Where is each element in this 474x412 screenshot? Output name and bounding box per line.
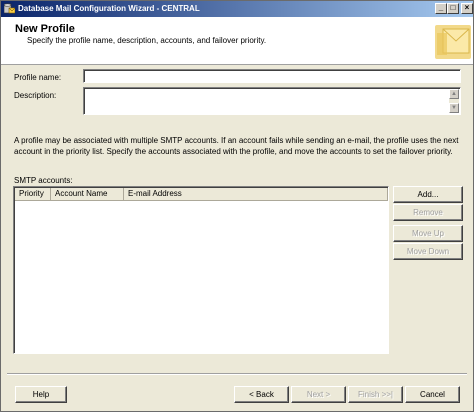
- help-button[interactable]: Help: [15, 386, 67, 403]
- database-mail-icon: [4, 3, 15, 14]
- column-header-priority[interactable]: Priority: [15, 188, 51, 201]
- move-up-button[interactable]: Move Up: [393, 225, 463, 242]
- footer-separator: [7, 373, 467, 375]
- column-header-email-address[interactable]: E-mail Address: [124, 188, 388, 201]
- column-header-account-name[interactable]: Account Name: [51, 188, 124, 201]
- profile-name-input[interactable]: [83, 69, 461, 83]
- maximize-button[interactable]: □: [447, 3, 459, 14]
- remove-button[interactable]: Remove: [393, 204, 463, 221]
- finish-button[interactable]: Finish >>|: [348, 386, 403, 403]
- envelope-icon: [435, 25, 471, 59]
- cancel-button[interactable]: Cancel: [405, 386, 460, 403]
- info-text: A profile may be associated with multipl…: [14, 136, 459, 156]
- minimize-button[interactable]: _: [435, 3, 447, 14]
- description-label: Description:: [14, 91, 57, 100]
- add-button[interactable]: Add...: [393, 186, 463, 203]
- back-button[interactable]: < Back: [234, 386, 289, 403]
- next-button[interactable]: Next >: [291, 386, 346, 403]
- profile-name-label: Profile name:: [14, 73, 62, 82]
- smtp-accounts-label: SMTP accounts:: [14, 176, 73, 185]
- description-scrollbar[interactable]: ▲ ▼: [449, 89, 459, 113]
- scroll-down-icon[interactable]: ▼: [449, 103, 459, 113]
- close-button[interactable]: ×: [461, 3, 473, 14]
- description-input[interactable]: ▲ ▼: [83, 87, 461, 115]
- move-down-button[interactable]: Move Down: [393, 243, 463, 260]
- wizard-header: New Profile Specify the profile name, de…: [1, 17, 473, 65]
- window-title: Database Mail Configuration Wizard - CEN…: [18, 4, 200, 13]
- smtp-accounts-list[interactable]: Priority Account Name E-mail Address: [13, 186, 389, 354]
- page-subtitle: Specify the profile name, description, a…: [27, 36, 267, 45]
- wizard-window: Database Mail Configuration Wizard - CEN…: [0, 0, 474, 412]
- scroll-up-icon[interactable]: ▲: [449, 89, 459, 99]
- page-title: New Profile: [15, 23, 75, 35]
- title-bar[interactable]: Database Mail Configuration Wizard - CEN…: [1, 1, 473, 17]
